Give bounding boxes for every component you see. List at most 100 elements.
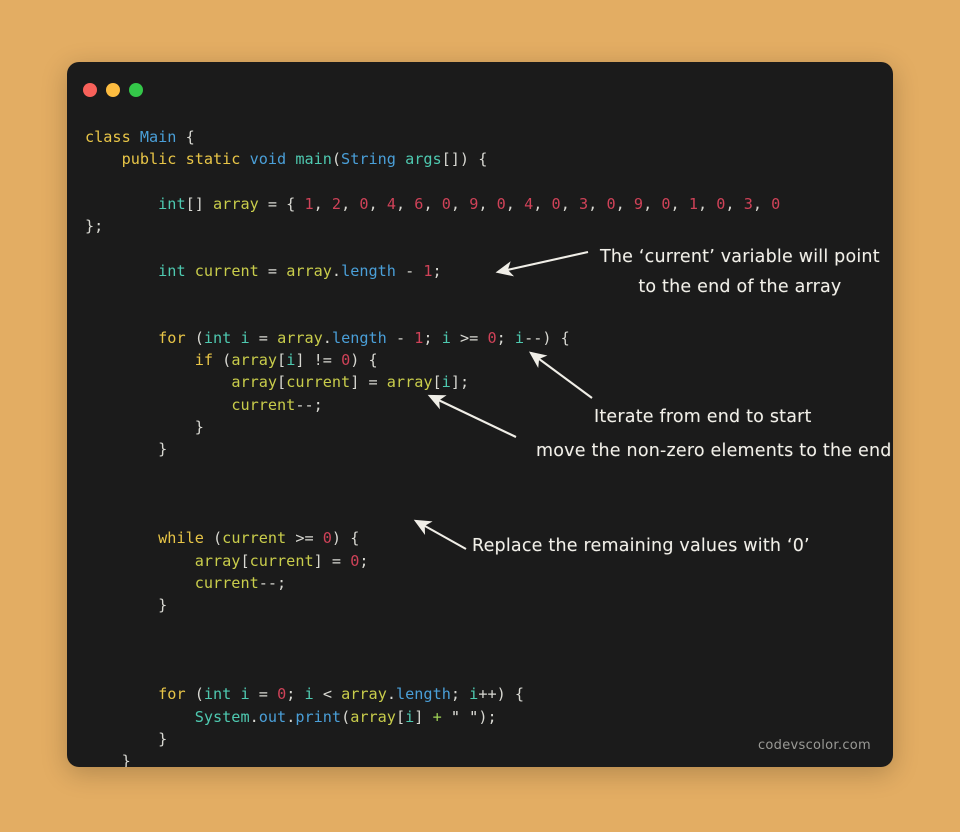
code-token: 0 — [551, 194, 561, 213]
code-token: ; — [286, 685, 305, 704]
code-token: String — [341, 150, 406, 169]
code-token: , — [341, 194, 360, 213]
code-token: class — [85, 128, 140, 146]
annotation-replace-zero-line1: Replace the remaining values with ‘0’ — [472, 536, 810, 556]
code-line: for (int i = 0; i < array.length; i++) { — [85, 685, 524, 703]
annotation-replace-zero: Replace the remaining values with ‘0’ — [472, 536, 810, 556]
code-token: 0 — [341, 350, 351, 369]
code-token: 0 — [496, 194, 506, 213]
code-token: } — [85, 440, 168, 459]
code-token: , — [697, 194, 717, 213]
code-token: current — [194, 261, 259, 280]
code-line: array[current] = 0; — [85, 552, 369, 570]
code-token: array — [194, 551, 241, 570]
code-token: = — [249, 685, 278, 704]
code-token: ( — [213, 350, 232, 369]
code-token: 0 — [277, 685, 287, 704]
code-token: = — [258, 261, 287, 280]
code-token: i — [304, 685, 314, 704]
code-token: 0 — [350, 551, 360, 570]
code-token: --; — [258, 573, 287, 592]
code-token: - — [386, 328, 415, 347]
code-token: , — [478, 194, 497, 213]
code-token: 3 — [579, 194, 589, 213]
minimize-icon[interactable] — [106, 83, 120, 97]
code-token: int — [158, 261, 186, 280]
code-line: } — [85, 418, 204, 436]
code-token: ( — [331, 150, 342, 169]
code-token: , — [313, 194, 332, 213]
code-line: System.out.print(array[i] + " "); — [85, 708, 497, 726]
code-line: current--; — [85, 574, 286, 592]
maximize-icon[interactable] — [129, 83, 143, 97]
code-token: } — [85, 752, 131, 767]
window-controls — [83, 83, 143, 97]
code-token: while — [158, 529, 204, 548]
code-token: current — [231, 395, 296, 414]
code-token: } — [85, 596, 168, 615]
code-token: . — [249, 707, 259, 726]
code-token: int — [203, 328, 232, 347]
code-token: i — [286, 350, 296, 369]
code-token: . — [286, 707, 296, 726]
code-token: ) { — [331, 529, 360, 548]
code-token: } — [85, 730, 168, 749]
code-token: [ — [240, 551, 250, 570]
code-token: current — [222, 529, 287, 548]
code-token: , — [752, 194, 772, 213]
annotation-iterate-loop-line2: move the non-zero elements to the end — [536, 441, 892, 461]
code-token: i — [514, 328, 525, 347]
code-token: --; — [295, 395, 323, 414]
code-token: { — [176, 128, 195, 146]
code-token: >= — [450, 328, 488, 347]
code-token: = — [249, 328, 278, 347]
code-token: , — [560, 194, 579, 213]
code-token: current — [194, 573, 259, 592]
code-token: [ — [277, 373, 287, 392]
code-token: array — [286, 261, 332, 280]
code-line: public static void main(String args[]) { — [85, 150, 488, 169]
code-token: i — [240, 685, 250, 704]
window-titlebar[interactable] — [67, 62, 893, 118]
code-token: ; — [432, 261, 442, 280]
code-token: array — [231, 350, 278, 369]
code-token: current — [249, 551, 314, 570]
code-token: ( — [185, 328, 204, 347]
code-token: Main — [139, 128, 177, 146]
code-token: 3 — [743, 194, 753, 213]
code-token: ( — [203, 529, 223, 548]
code-token: [ — [395, 707, 406, 726]
code-token: int — [203, 685, 232, 704]
code-token: System — [194, 707, 250, 726]
code-token: i — [240, 328, 250, 347]
code-token: public static — [121, 150, 250, 169]
code-token: 0 — [359, 194, 369, 213]
code-line: while (current >= 0) { — [85, 529, 359, 547]
annotation-iterate-loop: Iterate from end to start move the non-z… — [536, 400, 892, 468]
code-token: - — [395, 261, 424, 280]
code-line: } — [85, 596, 167, 614]
code-token: }; — [85, 217, 104, 236]
annotation-current-variable-line1: The ‘current’ variable will point — [600, 247, 880, 267]
code-line: current--; — [85, 395, 323, 414]
close-icon[interactable] — [83, 83, 97, 97]
code-line: } — [85, 440, 167, 458]
code-token: , — [533, 194, 552, 213]
code-token: , — [725, 194, 744, 213]
code-line: int[] array = { 1, 2, 0, 4, 6, 0, 9, 0, … — [85, 195, 780, 213]
code-token: array — [231, 373, 278, 392]
code-line: for (int i = array.length - 1; i >= 0; i… — [85, 329, 570, 347]
code-token: 2 — [331, 194, 342, 213]
code-token: . — [331, 261, 342, 280]
code-token: ); — [478, 707, 497, 726]
code-token: out — [258, 707, 287, 726]
code-token: ] != — [295, 350, 342, 369]
